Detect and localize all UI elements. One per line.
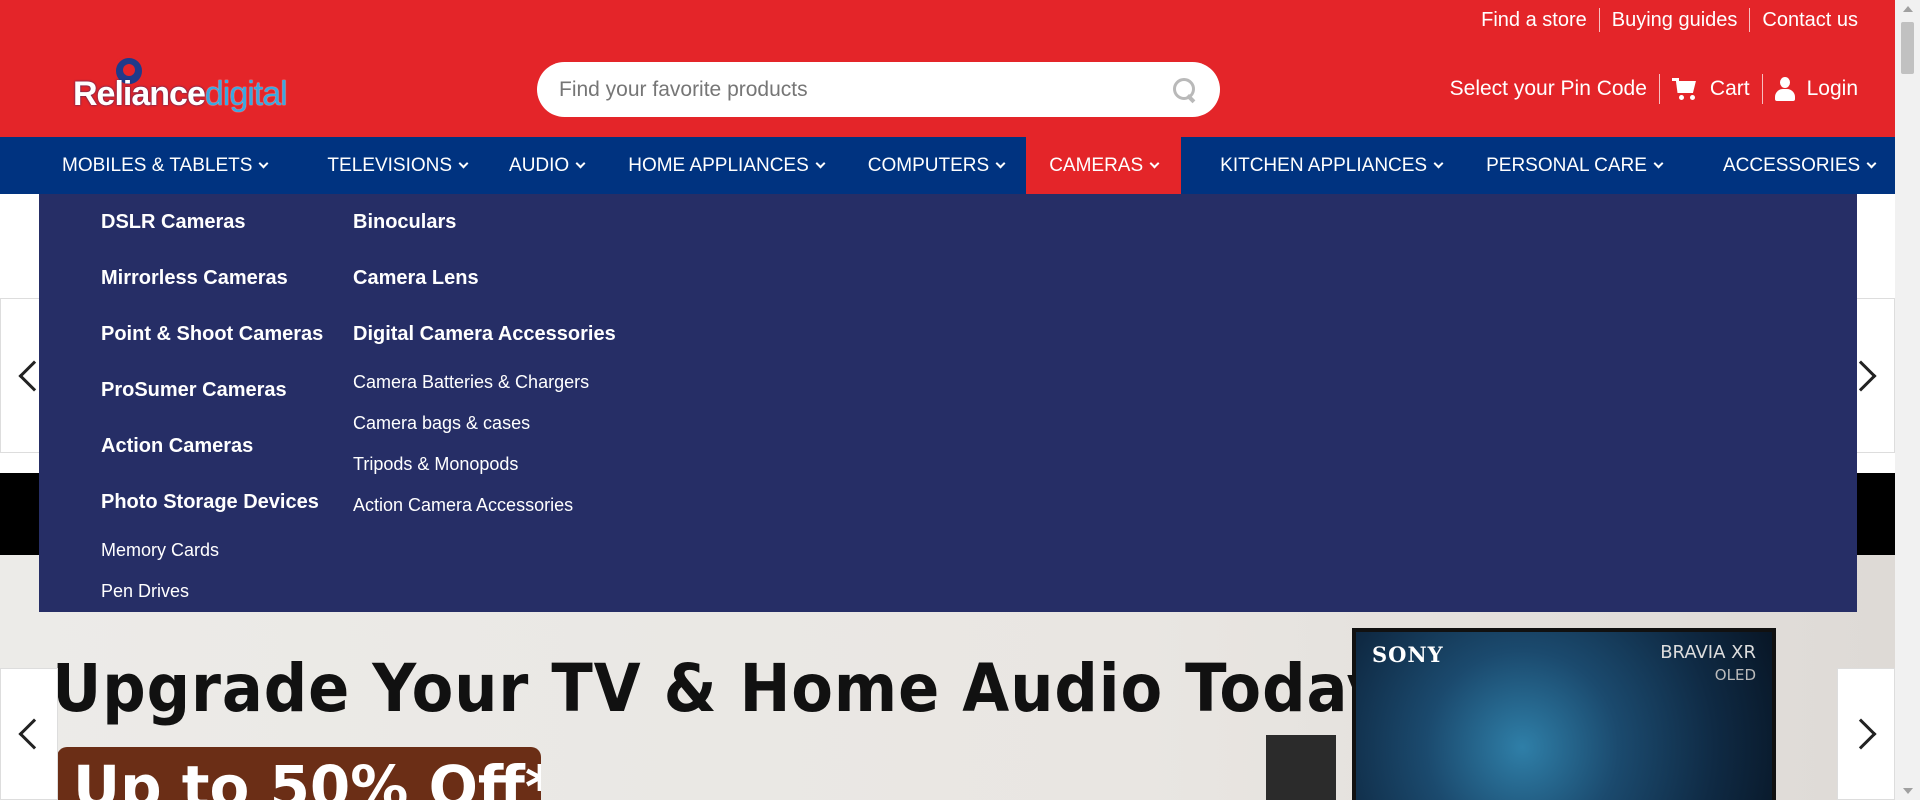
nav-label: ACCESSORIES [1722,154,1861,176]
chevron-down-icon [1653,158,1664,168]
menu-link-camera-lens[interactable]: Camera Lens [353,250,616,306]
nav-label: TELEVISIONS [327,154,453,176]
login-link[interactable]: Login [1763,74,1858,104]
contact-us-link[interactable]: Contact us [1750,8,1858,32]
nav-item-mobiles-tablets[interactable]: MOBILES & TABLETS [0,137,289,194]
banner-prev-button[interactable] [0,668,58,800]
top-links: Find a store Buying guides Contact us [1469,8,1858,32]
banner-next-button[interactable] [1837,668,1895,800]
user-icon [1774,77,1795,101]
menu-link-pen-drives[interactable]: Pen Drives [101,571,323,612]
menu-link-tripods-monopods[interactable]: Tripods & Monopods [353,444,616,485]
nav-label: KITCHEN APPLIANCES [1220,154,1428,176]
nav-item-accessories[interactable]: ACCESSORIES [1684,137,1897,194]
chevron-down-icon [1433,158,1444,168]
nav-label: MOBILES & TABLETS [62,154,253,176]
chevron-down-icon [815,158,826,168]
logo-text-digital: digital [204,75,288,113]
menu-link-point-shoot-cameras[interactable]: Point & Shoot Cameras [101,306,323,362]
nav-item-cameras[interactable]: CAMERAS [1026,137,1182,194]
nav-item-computers[interactable]: COMPUTERS [846,137,1026,194]
nav-label: CAMERAS [1049,154,1144,176]
scroll-up-arrow-icon[interactable] [1903,6,1913,12]
account-links: Select your Pin Code Cart Login [1438,74,1858,104]
menu-link-digital-camera-accessories[interactable]: Digital Camera Accessories [353,306,616,362]
logo-text-reliance: Reliance [73,75,206,113]
chevron-down-icon [258,158,269,168]
cart-link[interactable]: Cart [1660,74,1762,104]
chevron-down-icon [458,158,469,168]
menu-link-camera-bags-cases[interactable]: Camera bags & cases [353,403,616,444]
nav-item-kitchen-appliances[interactable]: KITCHEN APPLIANCES [1181,137,1464,194]
pincode-label: Select your Pin Code [1449,77,1647,100]
nav-label: AUDIO [509,154,570,176]
chevron-down-icon [1866,158,1877,168]
nav-item-televisions[interactable]: TELEVISIONS [289,137,489,194]
nav-item-personal-care[interactable]: PERSONAL CARE [1464,137,1684,194]
category-nav: MOBILES & TABLETS TELEVISIONS AUDIO HOME… [0,137,1895,194]
menu-link-dslr-cameras[interactable]: DSLR Cameras [101,194,323,250]
menu-link-binoculars[interactable]: Binoculars [353,194,616,250]
nav-label: PERSONAL CARE [1486,154,1647,176]
cart-icon [1671,78,1698,100]
scrollbar-thumb[interactable] [1901,22,1914,74]
nav-label: HOME APPLIANCES [628,154,809,176]
menu-link-action-camera-accessories[interactable]: Action Camera Accessories [353,485,616,526]
buying-guides-link[interactable]: Buying guides [1600,8,1750,32]
chevron-left-icon [18,718,50,750]
menu-link-camera-batteries-chargers[interactable]: Camera Batteries & Chargers [353,362,616,403]
cart-label: Cart [1709,77,1750,100]
menu-link-memory-cards[interactable]: Memory Cards [101,530,323,571]
menu-link-prosumer-cameras[interactable]: ProSumer Cameras [101,362,323,418]
chevron-right-icon [1845,718,1877,750]
chevron-down-icon [1149,158,1160,168]
tv-model-name: BRAVIA XR [1660,642,1756,663]
speaker-image [1266,735,1336,800]
login-label: Login [1806,77,1858,100]
reliance-digital-logo[interactable]: Reliancedigital [73,55,303,117]
nav-label: COMPUTERS [867,154,990,176]
nav-item-home-appliances[interactable]: HOME APPLIANCES [606,137,846,194]
search-icon[interactable] [1172,77,1198,103]
cameras-mega-menu: DSLR Cameras Mirrorless Cameras Point & … [39,194,1857,612]
banner-title: Upgrade Your TV & Home Audio Today! [52,650,1416,727]
tv-model: BRAVIA XR OLED [1660,642,1756,686]
menu-column-1: DSLR Cameras Mirrorless Cameras Point & … [101,194,323,612]
banner-offer: Up to 50% Off* [57,747,541,800]
page-scrollbar[interactable] [1895,0,1920,800]
tv-model-sub: OLED [1714,666,1756,684]
menu-link-photo-storage-devices[interactable]: Photo Storage Devices [101,474,323,530]
find-store-link[interactable]: Find a store [1469,8,1599,32]
menu-link-action-cameras[interactable]: Action Cameras [101,418,323,474]
menu-link-mirrorless-cameras[interactable]: Mirrorless Cameras [101,250,323,306]
chevron-down-icon [575,158,586,168]
search-bar [537,62,1220,117]
scroll-down-arrow-icon[interactable] [1903,788,1913,794]
site-header: Find a store Buying guides Contact us Re… [0,0,1895,137]
tv-brand: SONY [1372,642,1444,667]
pincode-link[interactable]: Select your Pin Code [1438,74,1659,104]
menu-column-2: Binoculars Camera Lens Digital Camera Ac… [353,194,616,526]
nav-item-audio[interactable]: AUDIO [489,137,606,194]
tv-image: SONY BRAVIA XR OLED [1352,628,1776,800]
search-input[interactable] [559,77,1172,102]
chevron-down-icon [995,158,1006,168]
